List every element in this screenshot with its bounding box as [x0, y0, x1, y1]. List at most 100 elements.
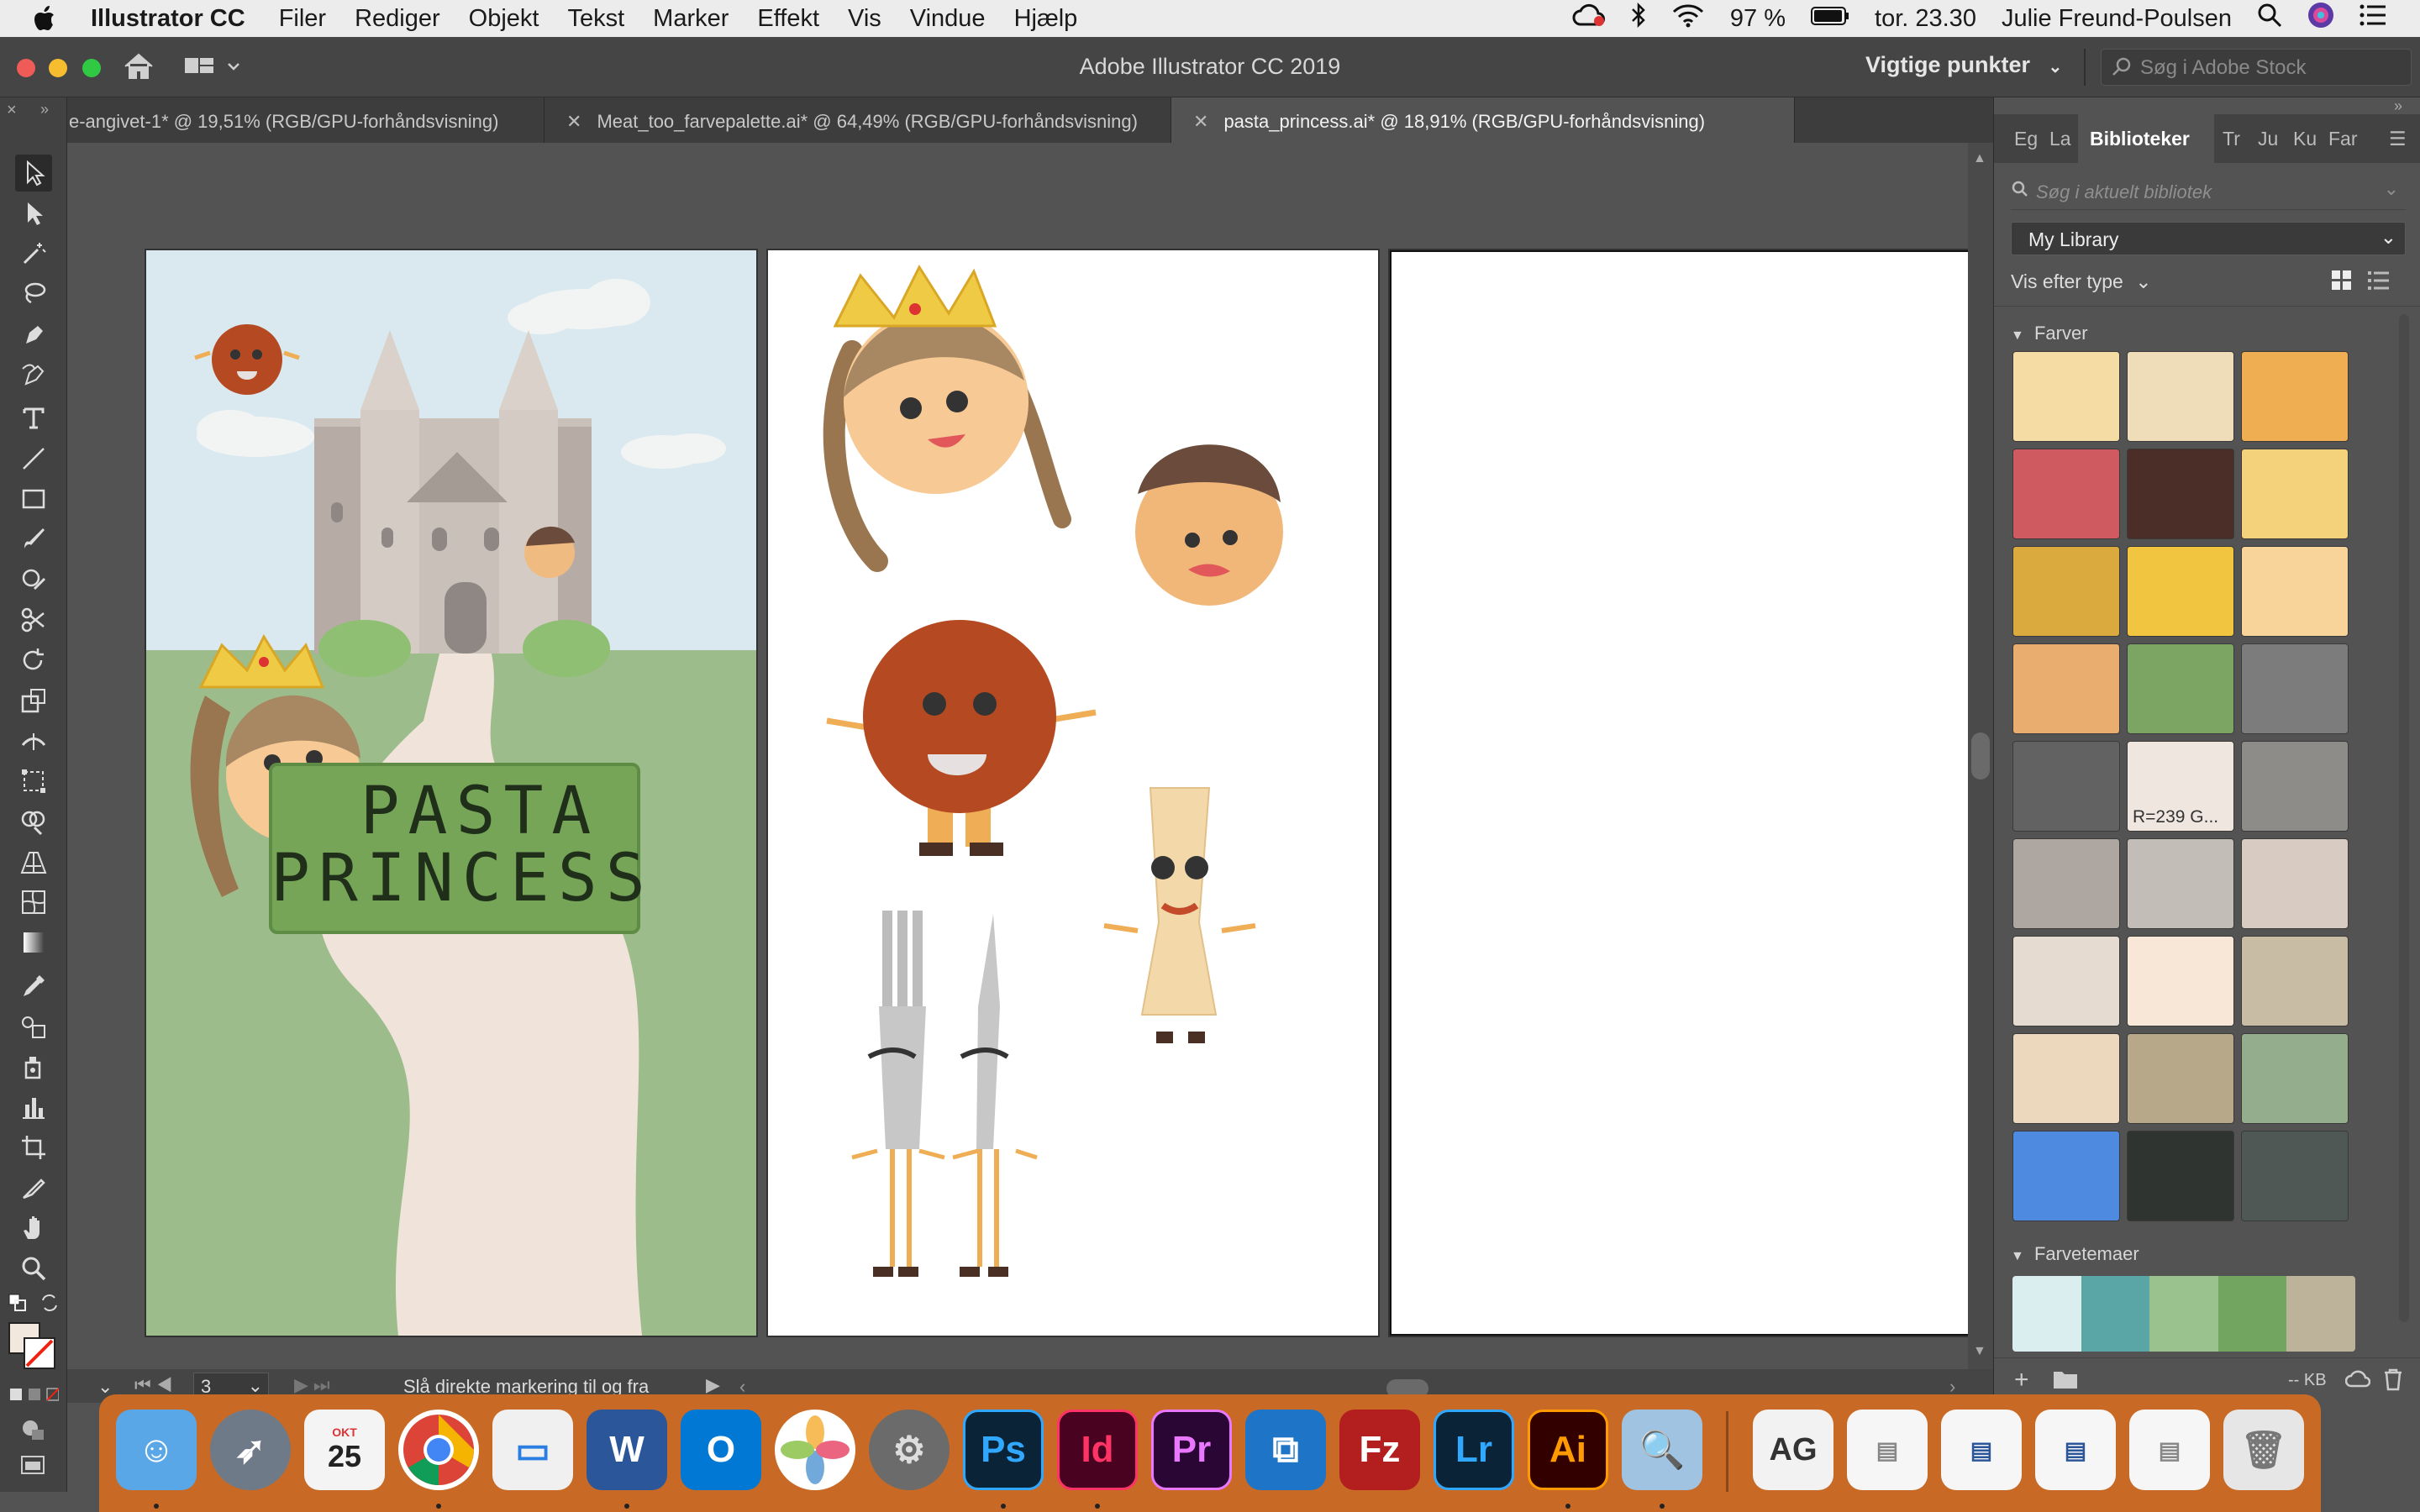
creative-cloud-sync-icon[interactable] — [2344, 1368, 2371, 1394]
color-swatch[interactable] — [2012, 1131, 2120, 1221]
photoshop-icon[interactable]: Ps — [963, 1410, 1044, 1490]
grid-view-icon[interactable] — [2330, 269, 2354, 297]
app-menu[interactable]: Illustrator CC — [91, 5, 245, 33]
tab-biblioteker[interactable]: Biblioteker — [2078, 114, 2214, 163]
artboard-next-last-icons[interactable]: ▶⏭ — [294, 1374, 335, 1396]
remote-desktop-icon[interactable]: ⧉ — [1245, 1410, 1326, 1490]
finder-icon[interactable]: ☺ — [116, 1410, 197, 1490]
symbol-sprayer-tool-icon[interactable] — [15, 1048, 52, 1085]
vertical-scrollbar[interactable]: ▲ ▼ — [1968, 143, 1993, 1369]
hand-tool-icon[interactable] — [15, 1210, 52, 1247]
outlook-icon[interactable]: O — [681, 1410, 761, 1490]
menu-effekt[interactable]: Effekt — [757, 5, 819, 33]
vertical-scroll-thumb[interactable] — [1971, 732, 1990, 780]
color-swatch[interactable] — [2012, 838, 2120, 929]
draw-mode-icon[interactable] — [20, 1418, 47, 1447]
color-swatch[interactable] — [2241, 741, 2349, 832]
word-document-thumbnail-icon[interactable]: ▤ — [1941, 1410, 2022, 1490]
panel-menu-icon[interactable]: ☰ — [2389, 114, 2414, 163]
keynote-icon[interactable]: ▭ — [492, 1410, 573, 1490]
menu-rediger[interactable]: Rediger — [355, 5, 440, 33]
color-swatch[interactable] — [2127, 1131, 2234, 1221]
color-swatch[interactable] — [2012, 546, 2120, 637]
photos-icon[interactable] — [775, 1410, 855, 1490]
trash-icon[interactable] — [2382, 1368, 2404, 1396]
chevron-down-icon[interactable]: ⌄ — [2384, 178, 2399, 200]
magic-wand-tool-icon[interactable] — [15, 235, 52, 272]
gradient-tool-icon[interactable] — [15, 924, 52, 961]
panel-scroll-thumb[interactable] — [2399, 314, 2409, 1322]
lightroom-icon[interactable]: Lr — [1434, 1410, 1514, 1490]
wifi-icon[interactable] — [1671, 3, 1705, 34]
color-swatch[interactable] — [2127, 936, 2234, 1026]
mesh-tool-icon[interactable] — [15, 884, 52, 921]
close-tab-icon[interactable]: ✕ — [566, 111, 581, 132]
color-themes-section-header[interactable]: ▼ Farvetemaer — [2011, 1243, 2139, 1265]
slice-tool-icon[interactable] — [15, 1169, 52, 1206]
apple-icon[interactable] — [34, 0, 84, 37]
folder-icon[interactable] — [2053, 1369, 2078, 1394]
artboard-characters[interactable] — [768, 250, 1378, 1336]
system-preferences-icon[interactable]: ⚙ — [869, 1410, 950, 1490]
color-swatch[interactable] — [2241, 449, 2349, 539]
tab-transformer[interactable]: Tr — [2223, 114, 2253, 163]
preview-icon[interactable]: 🔍 — [1622, 1410, 1702, 1490]
user-name[interactable]: Julie Freund-Poulsen — [2002, 5, 2232, 33]
menu-vis[interactable]: Vis — [848, 5, 881, 33]
rotate-tool-icon[interactable] — [15, 642, 52, 679]
calendar-icon[interactable]: OKT 25 — [304, 1410, 385, 1490]
color-mode-icons[interactable] — [10, 1386, 60, 1407]
blend-tool-icon[interactable] — [15, 1008, 52, 1045]
color-swatch[interactable]: R=239 G... — [2127, 741, 2234, 832]
close-panel-icon[interactable]: × — [7, 101, 17, 120]
notification-center-icon[interactable] — [2360, 3, 2386, 34]
menu-filer[interactable]: Filer — [279, 5, 326, 33]
scale-tool-icon[interactable] — [15, 682, 52, 719]
chrome-icon[interactable] — [398, 1410, 479, 1490]
creative-cloud-icon[interactable] — [1572, 3, 1606, 34]
tab-document-1[interactable]: e-angivet-1* @ 19,51% (RGB/GPU-forhåndsv… — [67, 97, 544, 143]
color-swatch[interactable] — [2241, 838, 2349, 929]
eyedropper-tool-icon[interactable] — [15, 968, 52, 1005]
expand-panel-icon[interactable]: » — [40, 101, 49, 118]
list-view-icon[interactable] — [2367, 269, 2391, 297]
adobe-stock-search-input[interactable]: Søg i Adobe Stock — [2101, 49, 2412, 86]
width-tool-icon[interactable] — [15, 722, 52, 759]
tab-document-3[interactable]: ✕ pasta_princess.ai* @ 18,91% (RGB/GPU-fo… — [1171, 97, 1795, 143]
screen-mode-icon[interactable] — [20, 1453, 47, 1481]
artboard-blank[interactable] — [1390, 250, 1968, 1336]
canvas-area[interactable]: PASTA PRINCESS — [67, 143, 1968, 1369]
direct-selection-tool-icon[interactable] — [15, 195, 52, 232]
color-swatch[interactable] — [2241, 351, 2349, 442]
panel-scrollbar[interactable] — [2397, 314, 2412, 1339]
battery-icon[interactable] — [1811, 5, 1849, 33]
clock[interactable]: tor. 23.30 — [1875, 5, 1976, 33]
color-swatch[interactable] — [2127, 1033, 2234, 1124]
color-swatch[interactable] — [2241, 1131, 2349, 1221]
artboard-poster[interactable]: PASTA PRINCESS — [146, 250, 756, 1336]
tab-kurver[interactable]: Ku — [2293, 114, 2323, 163]
selection-tool-icon[interactable] — [15, 155, 52, 192]
collapse-panel-icon[interactable]: » — [2394, 97, 2402, 115]
tab-juster[interactable]: Ju — [2258, 114, 2286, 163]
menu-vindue[interactable]: Vindue — [910, 5, 986, 33]
spotlight-icon[interactable] — [2257, 3, 2282, 34]
tab-egenskaber[interactable]: Eg — [2014, 114, 2044, 163]
paintbrush-tool-icon[interactable] — [15, 521, 52, 558]
library-search-input[interactable]: Søg i aktuelt bibliotek ⌄ — [2011, 173, 2406, 210]
workspace-switcher[interactable]: Vigtige punkter ⌄ — [1865, 52, 2062, 78]
trash-icon[interactable]: 🗑 — [2223, 1410, 2304, 1490]
swap-fill-stroke-icon[interactable] — [40, 1294, 59, 1316]
shaper-tool-icon[interactable] — [15, 561, 52, 598]
column-graph-tool-icon[interactable] — [15, 1089, 52, 1126]
menu-objekt[interactable]: Objekt — [469, 5, 539, 33]
color-swatch[interactable] — [2012, 449, 2120, 539]
add-content-icon[interactable]: + — [2014, 1366, 2029, 1394]
premiere-icon[interactable]: Pr — [1151, 1410, 1232, 1490]
color-swatch[interactable] — [2241, 1033, 2349, 1124]
color-swatch[interactable] — [2241, 546, 2349, 637]
tab-document-2[interactable]: ✕ Meat_too_farvepalette.ai* @ 64,49% (RGB… — [544, 97, 1171, 143]
close-tab-icon[interactable]: ✕ — [1193, 111, 1208, 132]
lasso-tool-icon[interactable] — [15, 276, 52, 312]
color-swatch[interactable] — [2012, 936, 2120, 1026]
